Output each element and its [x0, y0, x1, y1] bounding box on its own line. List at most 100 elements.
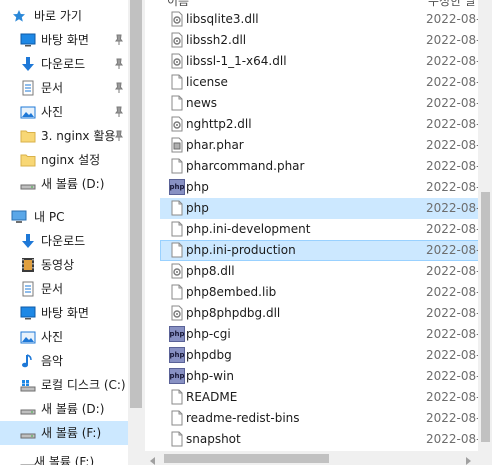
scroll-right-arrow-icon[interactable]	[464, 454, 472, 468]
file-name: snapshot	[186, 432, 241, 446]
scrollbar-thumb[interactable]	[481, 192, 490, 442]
windows-drive-icon	[20, 377, 36, 393]
file-date: 2022-08-	[426, 264, 481, 278]
dll-icon	[169, 263, 185, 279]
nav-item-label: 새 볼륨 (F:)	[41, 426, 102, 440]
nav-item-volume-f[interactable]: 새 볼륨 (F:)	[0, 421, 128, 445]
phar-icon	[169, 137, 185, 153]
scroll-left-arrow-icon[interactable]	[149, 454, 157, 468]
pin-icon[interactable]	[113, 58, 125, 70]
nav-item-label: 3. nginx 활용	[41, 129, 116, 143]
nav-item-pictures[interactable]: 사진	[0, 100, 128, 124]
column-header-date[interactable]: 수정한 날	[428, 0, 476, 8]
file-row[interactable]: libsqlite3.dll 2022-08-	[160, 9, 484, 30]
file-row[interactable]: libssl-1_1-x64.dll 2022-08-	[160, 51, 484, 72]
file-date: 2022-08-	[426, 369, 481, 383]
nav-item-label: 문서	[41, 282, 64, 296]
file-row[interactable]: news 2022-08-	[160, 93, 484, 114]
file-row[interactable]: nghttp2.dll 2022-08-	[160, 114, 484, 135]
file-date: 2022-08-	[426, 432, 481, 446]
nav-item-downloads[interactable]: 다운로드	[0, 52, 128, 76]
file-row[interactable]: php phpdbg 2022-08-	[160, 345, 484, 366]
php-icon: php	[169, 347, 185, 363]
file-row[interactable]: php.ini-production 2022-08-	[160, 240, 484, 261]
file-row[interactable]: php8embed.lib 2022-08-	[160, 282, 484, 303]
folder-icon	[20, 152, 36, 168]
file-list[interactable]: 이름 수정한 날 libsqlite3.dll 2022-08- libssh2.d…	[145, 0, 492, 451]
file-row[interactable]: phar.phar 2022-08-	[160, 135, 484, 156]
file-name: phar.phar	[186, 138, 244, 152]
nav-item-label: 새 볼륨 (D:)	[41, 402, 105, 416]
this-pc-header[interactable]: 내 PC	[0, 205, 128, 229]
php-icon: php	[169, 326, 185, 342]
file-row[interactable]: php php-cgi 2022-08-	[160, 324, 484, 345]
scrollbar-thumb[interactable]	[130, 0, 142, 408]
file-row[interactable]: php8.dll 2022-08-	[160, 261, 484, 282]
file-icon	[169, 200, 185, 216]
quick-access-header[interactable]: 바로 가기	[0, 4, 128, 28]
star-icon	[11, 8, 27, 24]
file-row[interactable]: license 2022-08-	[160, 72, 484, 93]
file-list-horizontal-scrollbar[interactable]	[145, 451, 492, 465]
nav-item-pc-music[interactable]: 음악	[0, 349, 128, 373]
file-row[interactable]: php php-win 2022-08-	[160, 366, 484, 387]
file-row[interactable]: php.ini-development 2022-08-	[160, 219, 484, 240]
file-name: news	[186, 96, 218, 110]
this-pc-label: 내 PC	[34, 210, 65, 224]
file-name: readme-redist-bins	[186, 411, 300, 425]
file-date: 2022-08-	[426, 54, 481, 68]
pin-icon[interactable]	[113, 106, 125, 118]
file-list-vertical-scrollbar[interactable]	[478, 0, 492, 451]
file-date: 2022-08-	[426, 243, 481, 257]
nav-item-label: 문서	[41, 81, 64, 95]
nav-item-nginx-usage[interactable]: 3. nginx 활용	[0, 124, 128, 148]
pin-icon[interactable]	[113, 34, 125, 46]
pin-icon[interactable]	[113, 130, 125, 142]
nav-item-nginx-config[interactable]: nginx 설정	[0, 148, 128, 172]
pin-icon[interactable]	[113, 82, 125, 94]
file-row[interactable]: libssh2.dll 2022-08-	[160, 30, 484, 51]
navigation-scrollbar[interactable]	[128, 0, 145, 465]
video-icon	[20, 257, 36, 273]
navigation-pane[interactable]: 바로 가기 바탕 화면 다운로드 문서 사진 3. nginx 활용 nginx…	[0, 0, 128, 465]
scrollbar-thumb[interactable]	[164, 454, 329, 463]
nav-item-label: 다운로드	[41, 234, 86, 248]
nav-item-pc-videos[interactable]: 동영상	[0, 253, 128, 277]
nav-item-volume-d[interactable]: 새 볼륨 (D:)	[0, 172, 128, 196]
download-icon	[20, 56, 36, 72]
nav-item-label: 동영상	[41, 258, 75, 272]
php-icon: php	[169, 368, 185, 384]
file-row[interactable]: pharcommand.phar 2022-08-	[160, 156, 484, 177]
file-date: 2022-08-	[426, 33, 481, 47]
drive-icon	[20, 401, 36, 417]
file-row[interactable]: php 2022-08-	[160, 198, 484, 219]
file-name: phpdbg	[186, 348, 232, 362]
file-row[interactable]: README 2022-08-	[160, 387, 484, 408]
file-icon	[169, 158, 185, 174]
dll-icon	[169, 53, 185, 69]
nav-item-desktop[interactable]: 바탕 화면	[0, 28, 128, 52]
file-name: php8phpdbg.dll	[186, 306, 281, 320]
file-row[interactable]: snapshot 2022-08-	[160, 429, 484, 450]
nav-item-pc-downloads[interactable]: 다운로드	[0, 229, 128, 253]
nav-item-pc-desktop[interactable]: 바탕 화면	[0, 301, 128, 325]
nav-item-label: 바탕 화면	[41, 33, 89, 47]
nav-item-documents[interactable]: 문서	[0, 76, 128, 100]
file-icon	[169, 284, 185, 300]
nav-item-pc-documents[interactable]: 문서	[0, 277, 128, 301]
nav-item-label: 새 볼륨 (D:)	[41, 177, 105, 191]
nav-item-drive-c[interactable]: 로컬 디스크 (C:)	[0, 373, 128, 397]
computer-icon	[11, 209, 27, 225]
file-icon	[169, 95, 185, 111]
file-row[interactable]: readme-redist-bins 2022-08-	[160, 408, 484, 429]
nav-item-volume-f-2[interactable]: 새 볼륨 (F:)	[0, 452, 128, 465]
file-name: libssl-1_1-x64.dll	[186, 54, 287, 68]
file-row[interactable]: php8phpdbg.dll 2022-08-	[160, 303, 484, 324]
music-icon	[20, 353, 36, 369]
nav-item-pc-pictures[interactable]: 사진	[0, 325, 128, 349]
folder-icon	[20, 128, 36, 144]
file-icon	[169, 221, 185, 237]
column-header-name[interactable]: 이름	[167, 0, 189, 8]
nav-item-pc-volume-d[interactable]: 새 볼륨 (D:)	[0, 397, 128, 421]
file-row[interactable]: php php 2022-08-	[160, 177, 484, 198]
